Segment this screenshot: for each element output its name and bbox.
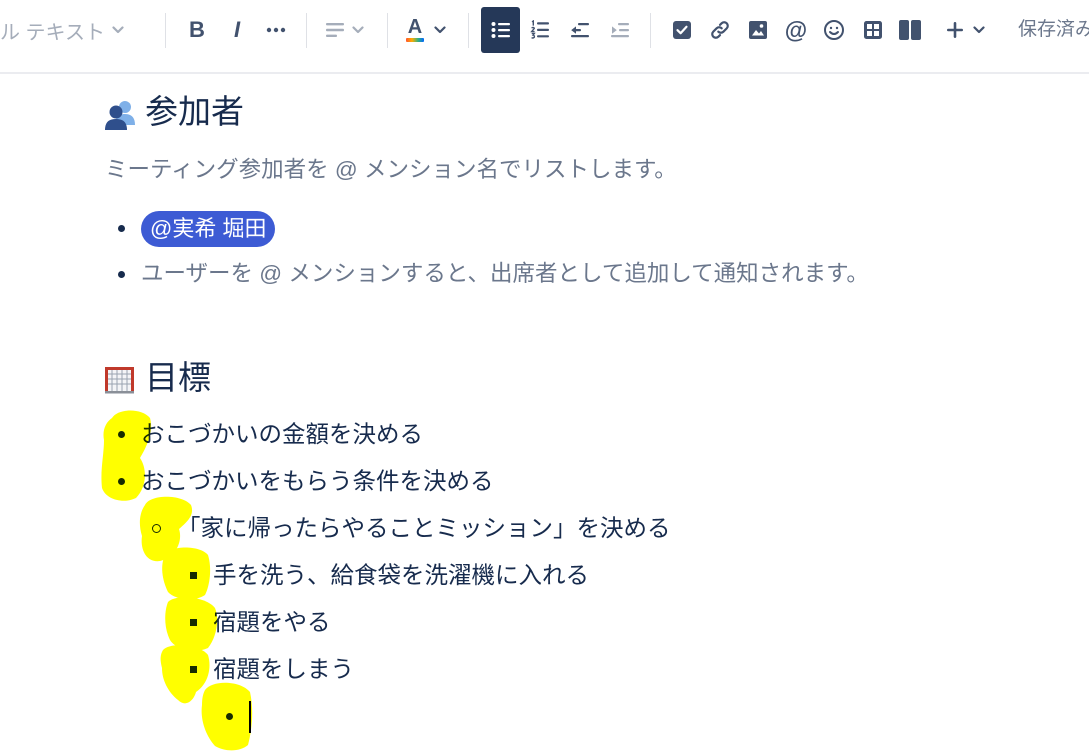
attendees-description: ミーティング参加者を @ メンション名でリストします。: [105, 157, 677, 182]
save-status: 保存済み: [1018, 19, 1089, 40]
nested-list-item[interactable]: 宿題をしまう: [105, 646, 1055, 693]
toolbar-divider: [468, 13, 469, 48]
indent-button[interactable]: [602, 12, 638, 48]
bullet-marker: [189, 666, 197, 673]
nested-list-item[interactable]: [105, 693, 1055, 740]
italic-icon: I: [233, 17, 241, 42]
nested-list-item[interactable]: 「家に帰ったらやることミッション」を決める: [105, 505, 1055, 552]
outdent-button[interactable]: [562, 12, 598, 48]
indent-icon: [610, 22, 630, 38]
action-item-button[interactable]: [664, 12, 700, 48]
busts-in-silhouette-icon: [104, 98, 136, 135]
list-item[interactable]: @実希 堀田: [105, 205, 1055, 251]
list-item-text: おこづかいをもらう条件を決める: [141, 468, 494, 494]
emoji-button[interactable]: [816, 12, 852, 48]
text-cursor: [249, 701, 251, 733]
link-icon: [709, 19, 731, 41]
bullet-list-icon: [491, 21, 511, 39]
link-button[interactable]: [702, 12, 738, 48]
bullet-marker: [117, 431, 125, 438]
image-button[interactable]: [740, 12, 776, 48]
list-item[interactable]: おこづかいの金額を決める: [105, 411, 1055, 458]
chevron-down-icon: [973, 26, 985, 34]
nested-list-item[interactable]: 宿題をやる: [105, 599, 1055, 646]
attendees-list: @実希 堀田 ユーザーを @ メンションすると、出席者として追加して通知されます…: [105, 205, 1055, 297]
emoji-icon: [823, 19, 845, 41]
placeholder-text: ユーザーを @ メンションすると、出席者として追加して通知されます。: [141, 261, 869, 286]
text-color-icon: A: [406, 16, 424, 42]
mention-icon: @: [784, 16, 808, 43]
table-icon: [863, 20, 883, 40]
more-icon: [266, 27, 286, 33]
mention-button[interactable]: @: [778, 12, 814, 48]
list-item-text: 手を洗う、給食袋を洗濯機に入れる: [213, 562, 589, 588]
chevron-down-icon: [112, 26, 124, 34]
bold-button[interactable]: B: [179, 12, 215, 48]
mention-chip[interactable]: @実希 堀田: [141, 211, 276, 248]
toolbar-divider: [306, 13, 307, 48]
numbered-list-button[interactable]: [522, 12, 558, 48]
layout-columns-icon: [898, 19, 922, 41]
outdent-icon: [570, 22, 590, 38]
chevron-down-icon: [434, 26, 446, 34]
bullet-marker: [152, 523, 161, 533]
text-style-label: ル テキスト: [0, 21, 105, 44]
table-button[interactable]: [855, 12, 891, 48]
list-item-text: 宿題をやる: [213, 609, 331, 635]
heading-attendees: 参加者: [145, 93, 244, 130]
bullet-list-button[interactable]: [481, 7, 520, 53]
list-item-text: 宿題をしまう: [213, 656, 354, 682]
chevron-down-icon: [352, 26, 364, 34]
bullet-marker: [189, 619, 197, 626]
image-icon: [748, 20, 768, 40]
bullet-marker: [117, 478, 125, 485]
numbered-list-icon: [530, 20, 550, 40]
text-color-swatch-bar: [406, 38, 424, 42]
heading-goals: 目標: [145, 359, 211, 396]
nested-list-item[interactable]: 手を洗う、給食袋を洗濯機に入れる: [105, 552, 1055, 599]
alignment-dropdown[interactable]: [325, 12, 364, 48]
goal-net-icon: [104, 365, 135, 400]
editor-toolbar: ル テキスト B I A @ 保存済み: [0, 0, 1089, 74]
text-style-dropdown[interactable]: ル テキスト: [0, 12, 124, 48]
align-left-icon: [325, 22, 345, 38]
text-color-letter: A: [407, 16, 423, 38]
list-item-text: おこづかいの金額を決める: [141, 421, 423, 447]
bold-icon: B: [189, 17, 205, 42]
list-item-text: 「家に帰ったらやることミッション」を決める: [177, 515, 671, 541]
bullet-marker: [189, 572, 197, 579]
goals-list: おこづかいの金額を決める おこづかいをもらう条件を決める 「家に帰ったらやること…: [105, 411, 1055, 740]
layout-button[interactable]: [892, 12, 928, 48]
text-color-dropdown[interactable]: A: [406, 12, 446, 48]
list-item[interactable]: おこづかいをもらう条件を決める: [105, 458, 1055, 505]
bullet-marker: [117, 224, 125, 232]
toolbar-divider: [165, 13, 166, 48]
bullet-marker: [225, 713, 233, 720]
checkbox-icon: [672, 20, 692, 40]
toolbar-divider: [650, 13, 651, 48]
toolbar-divider: [387, 13, 388, 48]
bullet-marker: [117, 270, 125, 278]
italic-button[interactable]: I: [219, 12, 255, 48]
more-formatting-button[interactable]: [258, 12, 294, 48]
insert-dropdown[interactable]: [946, 12, 985, 48]
list-item[interactable]: ユーザーを @ メンションすると、出席者として追加して通知されます。: [105, 251, 1055, 297]
plus-icon: [946, 21, 964, 39]
